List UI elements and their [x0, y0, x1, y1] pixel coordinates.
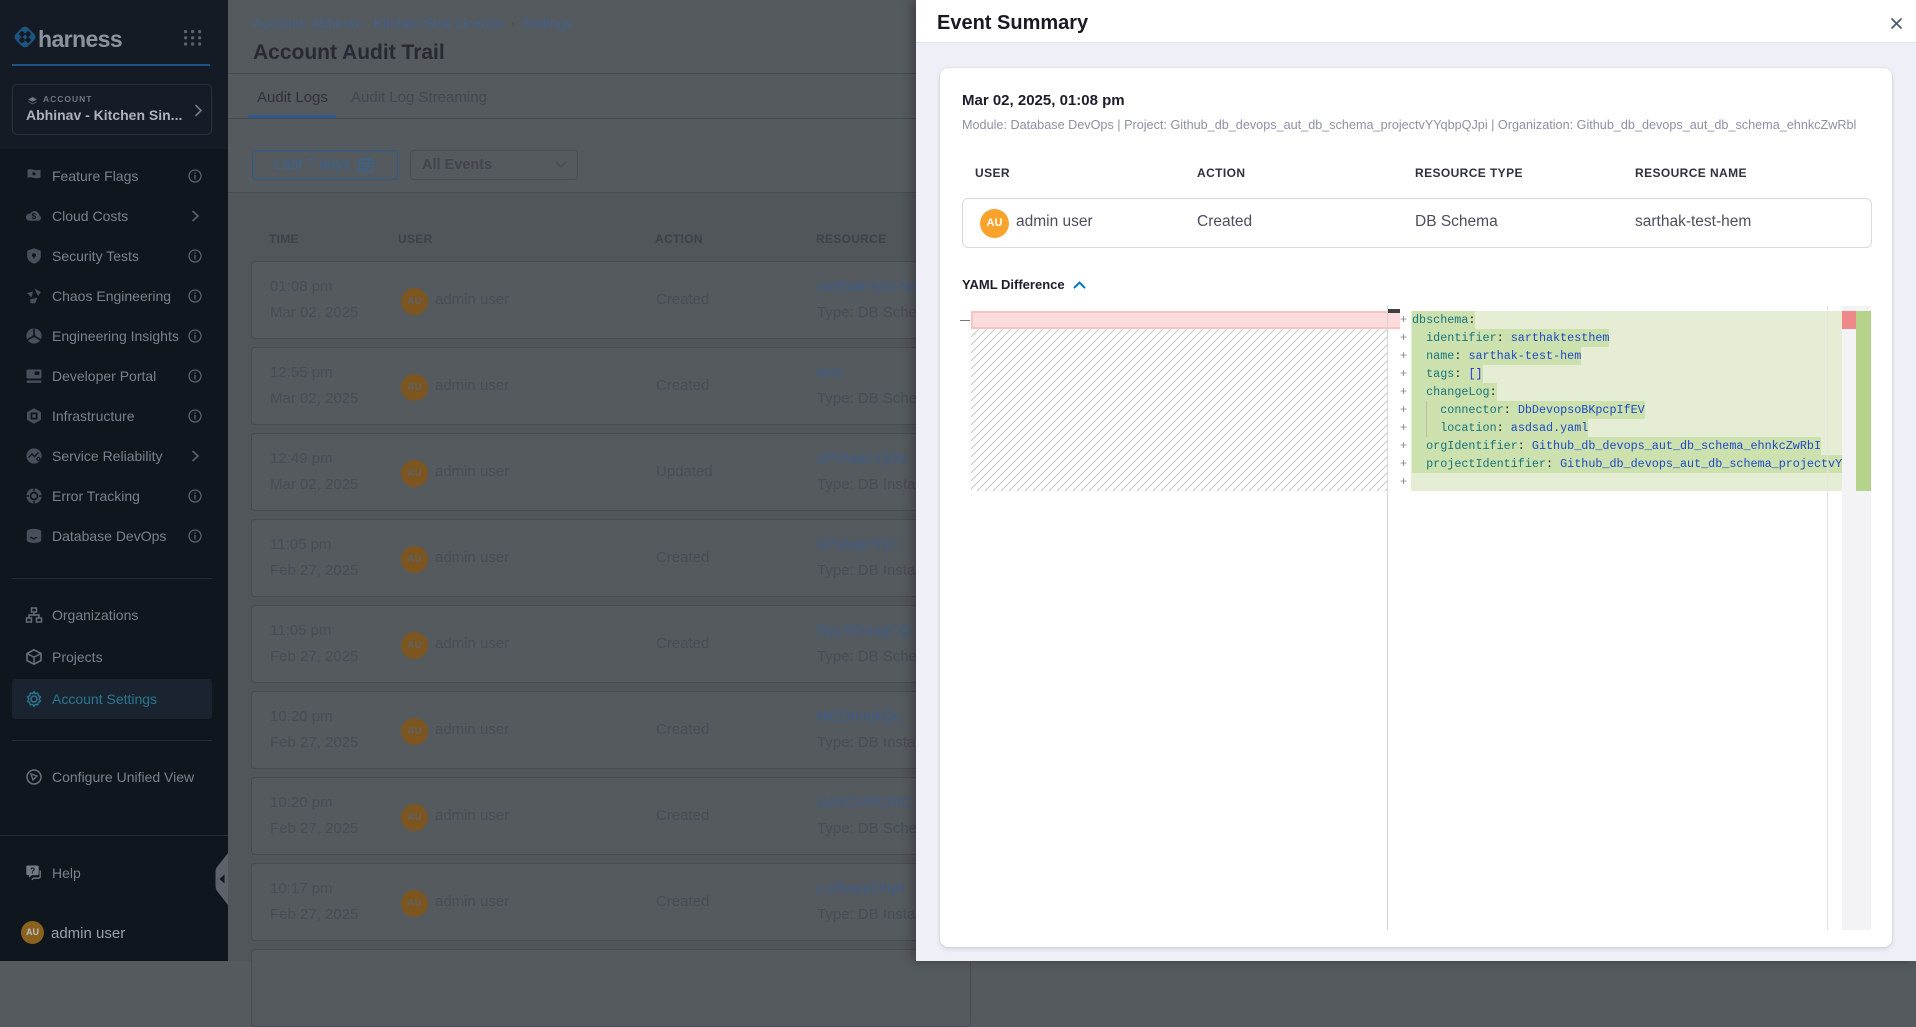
svg-text:$: $	[32, 212, 37, 221]
svg-text:?: ?	[30, 866, 35, 876]
